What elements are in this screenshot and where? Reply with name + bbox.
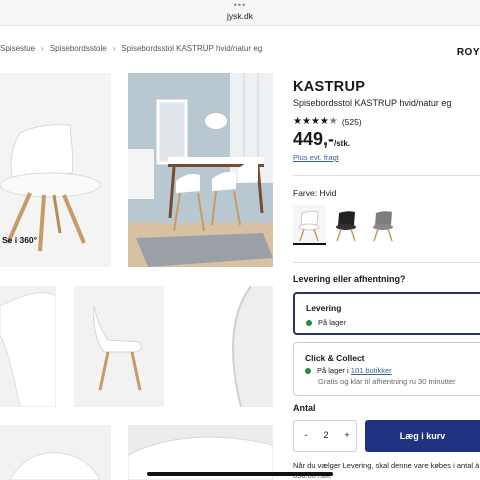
add-to-cart-button[interactable]: Læg i kurv	[365, 420, 480, 452]
color-swatch-white[interactable]	[293, 205, 326, 245]
color-selected-value: Hvid	[319, 188, 337, 198]
product-image-dining-room[interactable]	[128, 73, 273, 267]
star-icon: ★	[319, 115, 329, 127]
delivery-option-levering[interactable]: Levering På lager	[293, 292, 480, 335]
shell-closeup-image	[181, 286, 252, 407]
in-stock-dot-icon	[306, 320, 312, 327]
star-half-icon: ★	[328, 115, 338, 127]
spin-360-label[interactable]: Se i 360°	[2, 235, 37, 245]
breadcrumb: Spisestue › Spisebordsstole › Spisebordsstol…	[0, 44, 262, 58]
product-rating[interactable]: ★★★★★ (525)	[293, 113, 362, 127]
delivery-option-title: Levering	[306, 303, 342, 313]
dining-room-image	[128, 73, 273, 267]
delivery-option-click-collect[interactable]: Click & Collect På lager i 101 butikker …	[293, 342, 480, 396]
quantity-decrement-button[interactable]: -	[301, 430, 311, 440]
divider	[293, 262, 480, 263]
quantity-value[interactable]: 2	[320, 430, 332, 440]
breadcrumb-item-spisestue[interactable]: Spisestue	[0, 44, 35, 53]
star-icon: ★	[301, 115, 311, 127]
chevron-right-icon: ›	[112, 44, 116, 54]
in-stock-dot-icon	[305, 368, 311, 375]
delivery-quantity-note: Når du vælger Levering, skal denne vare …	[293, 461, 480, 470]
url-text[interactable]: jysk.dk	[0, 11, 480, 21]
product-image-seat-detail[interactable]	[0, 286, 56, 407]
color-label: Farve: Hvid	[293, 188, 336, 198]
stock-status-text: På lager i	[317, 366, 351, 375]
star-icon: ★	[310, 115, 320, 127]
black-chair-swatch-image	[336, 211, 356, 242]
color-swatch-grey[interactable]	[367, 205, 400, 245]
price-unit: /stk.	[334, 139, 351, 148]
quantity-stepper[interactable]: - 2 +	[293, 420, 357, 452]
seat-closeup-image	[0, 292, 56, 407]
color-swatch-black[interactable]	[330, 205, 363, 245]
white-chair-swatch-image	[298, 210, 320, 242]
delivery-option-title: Click & Collect	[305, 353, 365, 363]
product-image-side-view[interactable]	[74, 286, 164, 407]
stock-status-text: På lager	[318, 318, 346, 327]
browser-menu-dots[interactable]: •••	[0, 1, 480, 10]
stock-status: På lager	[306, 318, 346, 327]
browser-url-bar[interactable]: ••• jysk.dk	[0, 0, 480, 26]
grey-chair-swatch-image	[373, 211, 393, 242]
quantity-increment-button[interactable]: +	[342, 430, 352, 440]
chair-side-view-image	[93, 305, 142, 391]
brand-logo[interactable]: ROY	[457, 47, 480, 58]
quantity-label: Antal	[293, 403, 316, 413]
product-image-shell-closeup[interactable]	[181, 286, 273, 407]
product-title: KASTRUP	[293, 79, 366, 95]
home-indicator[interactable]	[147, 472, 333, 476]
color-label-text: Farve:	[293, 188, 318, 198]
pickup-note: Gratis og klar til afhentning ru 30 minu…	[318, 377, 456, 386]
product-image-extra-1[interactable]	[0, 425, 111, 480]
stores-link[interactable]: 101 butikker	[351, 366, 392, 375]
breadcrumb-item-current[interactable]: Spisebordsstol KASTRUP hvid/natur eg	[121, 44, 262, 53]
product-price: 449,-	[293, 129, 335, 149]
divider	[293, 175, 480, 176]
stock-status: På lager i 101 butikker	[305, 366, 392, 375]
star-icon: ★	[293, 115, 302, 127]
delivery-question: Levering eller afhentning?	[293, 274, 406, 284]
chevron-right-icon: ›	[41, 44, 44, 54]
chair-closeup-image	[9, 452, 101, 480]
rating-count[interactable]: (525)	[342, 117, 362, 127]
product-subtitle: Spisebordsstol KASTRUP hvid/natur eg	[293, 98, 452, 108]
breadcrumb-item-spisebordsstole[interactable]: Spisebordsstole	[50, 44, 107, 53]
freight-link[interactable]: Plus evt. fragt	[293, 153, 339, 162]
